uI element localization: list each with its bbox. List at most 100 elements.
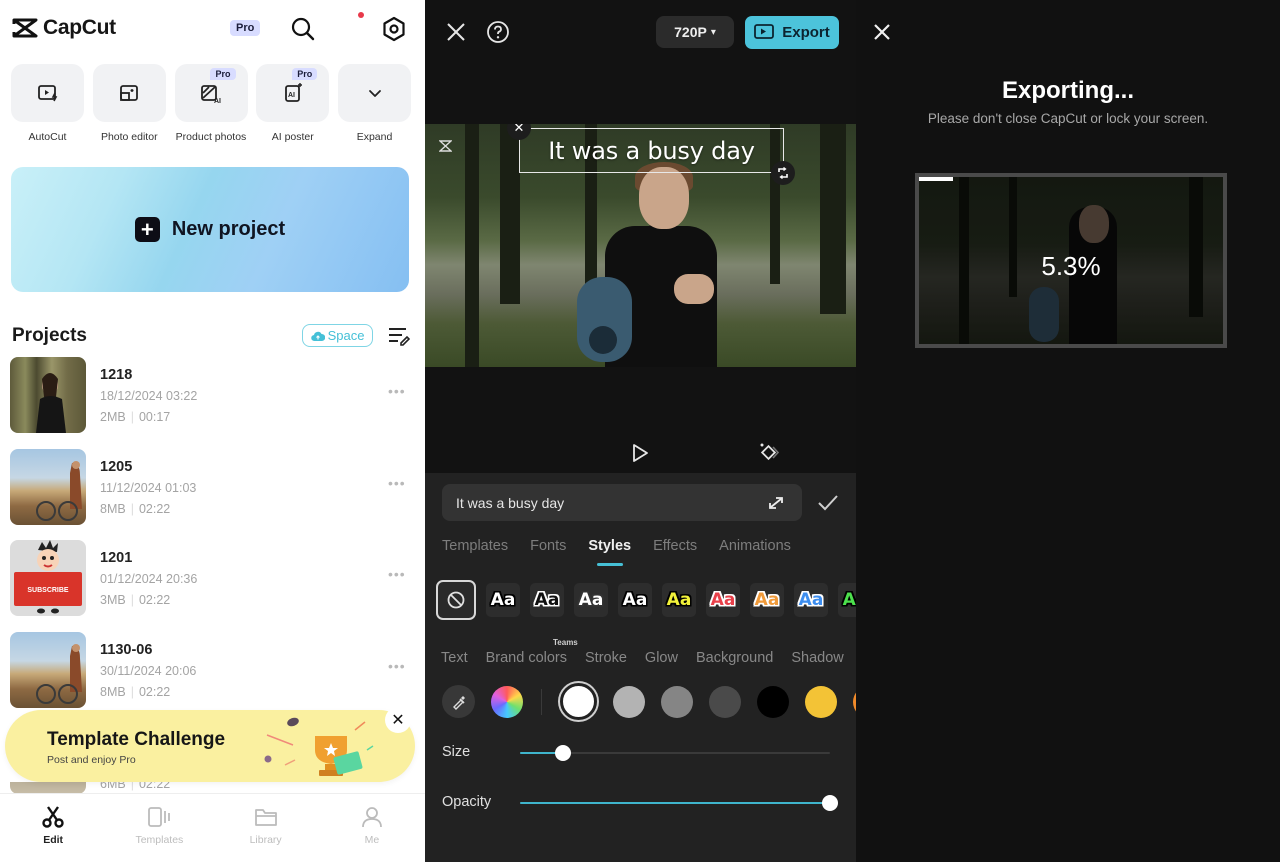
woman-forest-image: [36, 373, 66, 433]
close-icon[interactable]: [445, 21, 467, 43]
style-preset[interactable]: Aa: [618, 583, 652, 617]
style-preset[interactable]: Aa: [574, 583, 608, 617]
style-preset[interactable]: Aa: [794, 583, 828, 617]
tab-stroke[interactable]: Stroke: [585, 650, 627, 666]
opacity-slider[interactable]: [520, 795, 838, 811]
app-name: CapCut: [43, 16, 116, 39]
tab-templates[interactable]: Templates: [106, 794, 212, 862]
tab-me[interactable]: Me: [319, 794, 425, 862]
more-options-icon[interactable]: •••: [388, 383, 406, 399]
template-challenge-banner[interactable]: Template Challenge Post and enjoy Pro: [5, 710, 415, 782]
tab-glow[interactable]: Glow: [645, 650, 678, 666]
more-options-icon[interactable]: •••: [388, 658, 406, 674]
manage-list-icon[interactable]: [388, 326, 410, 346]
pro-tag: Pro: [210, 68, 236, 80]
slider-thumb[interactable]: [555, 745, 572, 761]
new-project-label: New project: [171, 218, 286, 240]
preset-sample: Aa: [622, 590, 648, 610]
play-icon[interactable]: [631, 443, 649, 463]
tab-effects[interactable]: Effects: [653, 538, 697, 554]
project-row[interactable]: 1218 18/12/2024 03:22 2MB | 00:17 •••: [10, 357, 415, 449]
help-icon[interactable]: [486, 20, 510, 44]
project-row[interactable]: SUBSCRIBE 1201 01/12/2024 20:36 3MB | 02:2…: [10, 540, 415, 632]
text-editor-screen: 720P ▾ Export It was a busy day ✕ It was…: [425, 0, 856, 862]
project-duration: 02:22: [138, 684, 171, 699]
caption-text: It was a busy day: [548, 136, 755, 165]
space-button[interactable]: Space: [302, 324, 373, 347]
video-preview[interactable]: It was a busy day ✕: [425, 124, 856, 367]
tool-expand[interactable]: Expand: [338, 64, 411, 143]
style-preset[interactable]: Aa: [486, 583, 520, 617]
subscribe-text: SUBSCRIBE: [27, 587, 69, 594]
style-preset[interactable]: Aa: [662, 583, 696, 617]
tab-animations[interactable]: Animations: [719, 538, 791, 554]
tool-ai-poster[interactable]: Pro AI AI poster: [256, 64, 330, 143]
project-row[interactable]: 1205 11/12/2024 01:03 8MB | 02:22 •••: [10, 448, 415, 541]
export-label: Export: [782, 24, 830, 41]
style-preset[interactable]: Aa: [838, 583, 856, 617]
slider-thumb[interactable]: [822, 795, 838, 811]
caption-text-box[interactable]: It was a busy day: [519, 128, 784, 173]
projects-header: Projects Space: [12, 322, 412, 350]
banner-close-button[interactable]: ✕: [385, 707, 411, 733]
tab-brand-colors[interactable]: Brand colors: [486, 650, 567, 666]
checkmark-icon[interactable]: [817, 493, 839, 513]
project-name: 1218: [100, 367, 133, 383]
tab-fonts[interactable]: Fonts: [530, 538, 566, 554]
tab-edit[interactable]: Edit: [0, 794, 106, 862]
search-icon[interactable]: [290, 16, 316, 42]
style-tabs: Templates Fonts Styles Effects Animation…: [442, 538, 813, 554]
project-meta: 8MB | 02:22: [100, 501, 171, 516]
tab-background[interactable]: Background: [696, 650, 773, 666]
caption-rotate-handle[interactable]: [771, 161, 795, 185]
project-meta: 8MB | 02:22: [100, 684, 171, 699]
tab-styles[interactable]: Styles: [588, 538, 631, 554]
woman-bicycle-image: [36, 643, 82, 704]
project-thumbnail: SUBSCRIBE: [10, 540, 86, 616]
close-icon[interactable]: [872, 22, 892, 42]
home-header: CapCut Pro: [0, 0, 425, 60]
project-thumbnail: [10, 448, 86, 525]
project-date: 01/12/2024 20:36: [100, 572, 198, 586]
style-preset[interactable]: Aa: [530, 583, 564, 617]
caption-text-input[interactable]: It was a busy day: [442, 484, 802, 521]
color-swatch[interactable]: [661, 685, 693, 718]
color-swatch[interactable]: [709, 685, 741, 718]
preset-sample: Aa: [798, 590, 824, 610]
export-icon: [754, 24, 775, 39]
more-options-icon[interactable]: •••: [388, 566, 406, 582]
eyedropper-button[interactable]: [442, 685, 475, 718]
expand-icon[interactable]: [767, 495, 785, 511]
tool-photo-editor[interactable]: Photo editor: [92, 64, 166, 143]
more-options-icon[interactable]: •••: [388, 475, 406, 491]
color-swatch[interactable]: [805, 685, 837, 718]
tab-text[interactable]: Text: [441, 650, 468, 666]
export-button[interactable]: Export: [745, 16, 839, 49]
opacity-slider-row: Opacity: [442, 793, 842, 813]
tab-library[interactable]: Library: [213, 794, 319, 862]
tool-product-photos[interactable]: Pro AI Product photos: [174, 64, 248, 143]
pro-tag: Pro: [292, 68, 318, 80]
new-project-button[interactable]: + New project: [11, 167, 409, 292]
keyframe-icon[interactable]: [758, 441, 780, 463]
style-preset[interactable]: Aa: [706, 583, 740, 617]
tool-autocut[interactable]: AutoCut: [11, 64, 84, 143]
pro-badge[interactable]: Pro: [230, 20, 261, 36]
tab-templates[interactable]: Templates: [442, 538, 508, 554]
color-swatch[interactable]: [757, 685, 789, 718]
bottom-tab-bar: Edit Templates Library Me: [0, 793, 425, 862]
resolution-dropdown[interactable]: 720P ▾: [656, 16, 734, 48]
style-preset-none[interactable]: [436, 580, 476, 620]
color-swatch[interactable]: [613, 685, 645, 718]
export-percent: 5.3%: [1041, 251, 1101, 281]
preset-sample: Aa: [666, 590, 692, 610]
color-swatch-selected[interactable]: [560, 683, 597, 720]
settings-icon[interactable]: [381, 16, 407, 42]
project-size: 8MB: [100, 684, 126, 699]
style-preset[interactable]: Aa: [750, 583, 784, 617]
color-wheel-swatch[interactable]: [491, 685, 523, 718]
tab-shadow[interactable]: Shadow: [791, 650, 843, 666]
size-slider[interactable]: [520, 745, 830, 761]
caption-input-value: It was a busy day: [456, 494, 565, 511]
tool-label: Photo editor: [100, 131, 158, 143]
